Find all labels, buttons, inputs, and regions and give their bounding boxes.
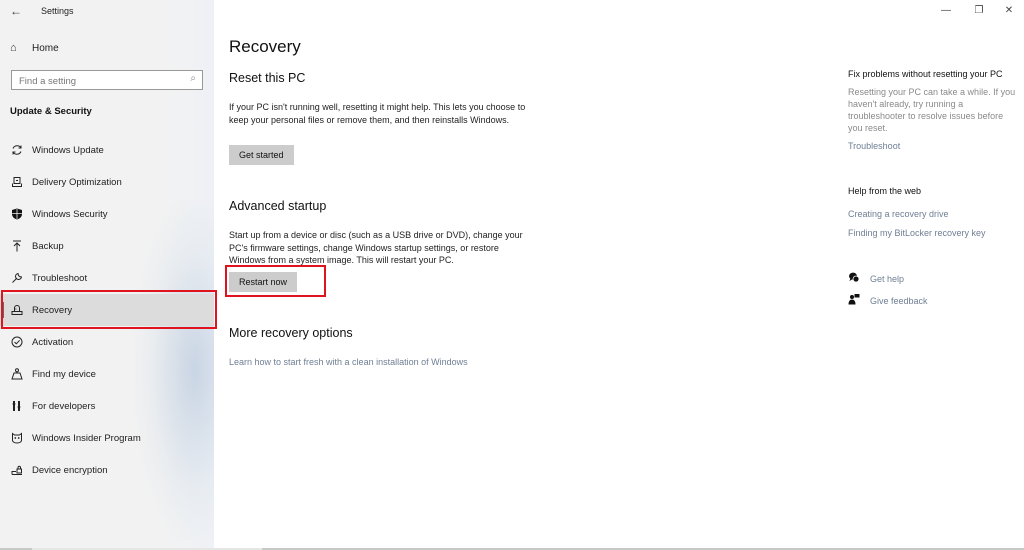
insider-cat-icon — [10, 431, 24, 445]
get-help-icon — [848, 271, 862, 286]
clean-install-link[interactable]: Learn how to start fresh with a clean in… — [229, 357, 468, 367]
maximize-icon[interactable]: ❐ — [969, 4, 989, 18]
give-feedback-label: Give feedback — [870, 295, 928, 306]
get-started-button[interactable]: Get started — [229, 145, 294, 165]
home-icon: ⌂ — [10, 42, 17, 54]
recovery-drive-link[interactable]: Creating a recovery drive — [848, 209, 949, 219]
sidebar-item-label: Windows Update — [32, 144, 104, 156]
minimize-icon[interactable]: — — [936, 4, 956, 18]
sidebar-item-recovery[interactable]: Recovery — [0, 294, 214, 326]
shield-icon — [10, 207, 24, 221]
search-box[interactable]: ⌕ — [11, 70, 203, 91]
encryption-lock-icon — [10, 463, 24, 477]
backup-arrow-icon — [10, 239, 24, 253]
troubleshoot-link[interactable]: Troubleshoot — [848, 141, 900, 151]
get-help-link[interactable]: Get help — [848, 271, 904, 286]
sidebar-item-for-developers[interactable]: For developers — [0, 390, 214, 422]
restart-now-button[interactable]: Restart now — [229, 272, 298, 292]
close-icon[interactable]: ✕ — [999, 4, 1019, 18]
reset-heading: Reset this PC — [229, 71, 306, 85]
section-title: Update & Security — [10, 106, 92, 117]
delivery-optimization-icon — [10, 175, 24, 189]
sidebar-home[interactable]: ⌂ Home — [10, 42, 59, 54]
sidebar-item-windows-insider-program[interactable]: Windows Insider Program — [0, 422, 214, 454]
sidebar-item-windows-update[interactable]: Windows Update — [0, 134, 214, 166]
fix-problems-heading: Fix problems without resetting your PC — [848, 69, 1003, 79]
help-from-web-heading: Help from the web — [848, 186, 922, 196]
settings-window: ⌂ Home ⌕ Update & Security Windows Updat… — [0, 0, 1024, 550]
search-input[interactable] — [12, 72, 182, 91]
refresh-icon — [10, 143, 24, 157]
wrench-icon — [10, 271, 24, 285]
sidebar-item-label: Activation — [32, 336, 74, 348]
check-circle-icon — [10, 335, 24, 349]
give-feedback-link[interactable]: Give feedback — [848, 293, 928, 308]
recovery-icon — [10, 303, 24, 317]
sidebar-item-activation[interactable]: Activation — [0, 326, 214, 358]
sidebar-item-label: For developers — [32, 400, 96, 412]
advanced-startup-description: Start up from a device or disc (such as … — [229, 230, 523, 265]
get-help-label: Get help — [870, 273, 905, 284]
feedback-icon — [848, 293, 862, 308]
developer-tools-icon — [10, 399, 24, 413]
sidebar-item-device-encryption[interactable]: Device encryption — [0, 454, 214, 486]
reset-description: If your PC isn't running well, resetting… — [229, 102, 526, 125]
page-title: Recovery — [229, 37, 301, 56]
advanced-startup-heading: Advanced startup — [229, 199, 327, 213]
sidebar-item-label: Recovery — [32, 304, 73, 316]
sidebar-item-label: Find my device — [32, 368, 96, 380]
sidebar: ⌂ Home ⌕ Update & Security Windows Updat… — [0, 0, 214, 548]
sidebar-item-delivery-optimization[interactable]: Delivery Optimization — [0, 166, 214, 198]
sidebar-item-label: Backup — [32, 240, 64, 252]
sidebar-item-windows-security[interactable]: Windows Security — [0, 198, 214, 230]
sidebar-item-troubleshoot[interactable]: Troubleshoot — [0, 262, 214, 294]
sidebar-item-backup[interactable]: Backup — [0, 230, 214, 262]
sidebar-item-label: Delivery Optimization — [32, 176, 122, 188]
find-device-icon — [10, 367, 24, 381]
sidebar-item-label: Windows Insider Program — [32, 432, 141, 444]
bitlocker-key-link[interactable]: Finding my BitLocker recovery key — [848, 228, 986, 238]
sidebar-nav: Windows Update Delivery Optimization Win… — [0, 134, 214, 486]
fix-problems-description: Resetting your PC can take a while. If y… — [848, 87, 1016, 133]
sidebar-item-find-my-device[interactable]: Find my device — [0, 358, 214, 390]
window-title: Settings — [41, 6, 74, 16]
more-options-heading: More recovery options — [229, 326, 353, 340]
title-bar: ← Settings — ❐ ✕ — [0, 0, 1024, 24]
home-label: Home — [32, 42, 59, 54]
sidebar-item-label: Troubleshoot — [32, 272, 88, 284]
back-arrow-icon[interactable]: ← — [8, 3, 24, 19]
sidebar-item-label: Device encryption — [32, 464, 108, 476]
search-icon[interactable]: ⌕ — [190, 73, 196, 84]
sidebar-item-label: Windows Security — [32, 208, 108, 220]
